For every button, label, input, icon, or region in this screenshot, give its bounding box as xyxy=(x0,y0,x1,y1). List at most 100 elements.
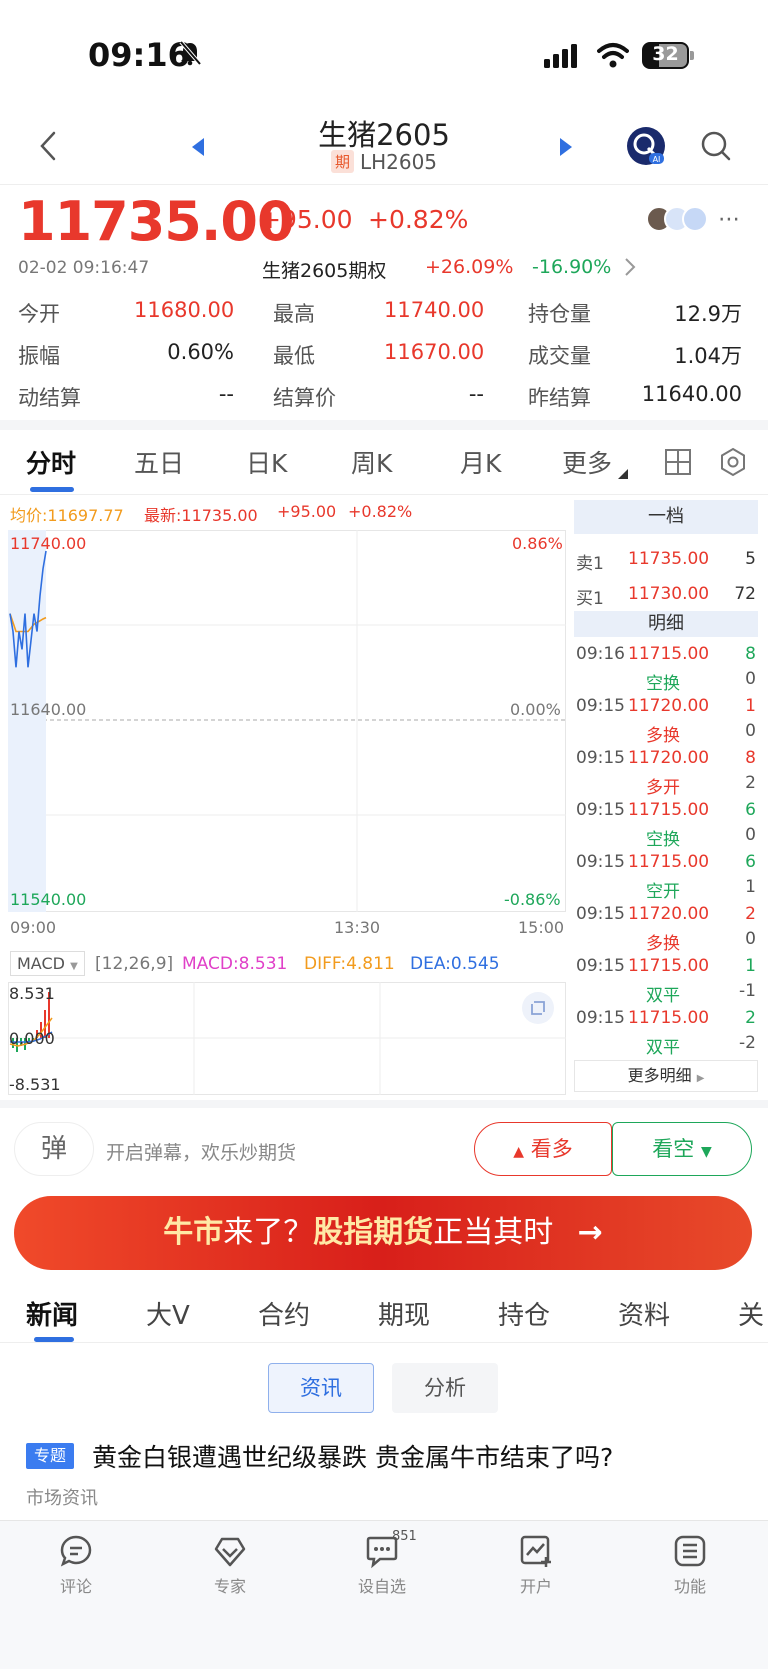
expand-icon[interactable] xyxy=(522,992,554,1024)
next-contract-icon[interactable] xyxy=(558,137,574,161)
trade-oi-change: -1 xyxy=(739,981,756,1001)
search-icon[interactable] xyxy=(700,130,732,166)
trade-type: 多换 xyxy=(646,934,680,954)
trade-time: 09:15 xyxy=(576,956,625,976)
tab-news[interactable]: 新闻 xyxy=(26,1295,78,1332)
tab-spot-futures[interactable]: 期现 xyxy=(378,1295,430,1332)
trade-volume: 1 xyxy=(745,696,756,716)
battery-icon: 32 xyxy=(642,42,694,69)
promo-banner[interactable]: 牛市来了？股指期货正当其时 → xyxy=(14,1196,752,1270)
macd-value: MACD:8.531 xyxy=(182,954,288,974)
trade-type: 空换 xyxy=(646,830,680,850)
latest-price-label: 最新:11735.00 xyxy=(144,506,258,525)
dropdown-corner-icon[interactable] xyxy=(618,464,628,483)
indicator-select[interactable]: MACD ▼ xyxy=(10,951,85,976)
ai-assistant-icon[interactable]: AI xyxy=(626,126,666,166)
option-call-change: +26.09% xyxy=(425,256,514,278)
tabbar-expert-label[interactable]: 专家 xyxy=(185,1573,275,1597)
trade-volume: 6 xyxy=(745,852,756,872)
open-account-icon[interactable] xyxy=(518,1533,554,1573)
functions-icon[interactable] xyxy=(672,1533,708,1573)
settings-icon[interactable] xyxy=(718,447,748,481)
tabbar-comment-label[interactable]: 评论 xyxy=(31,1573,121,1597)
more-details-button[interactable]: 更多明细 ▶ xyxy=(574,1060,758,1092)
comment-icon[interactable] xyxy=(58,1533,94,1573)
trade-oi-change: 0 xyxy=(745,721,756,741)
sell1-price: 11735.00 xyxy=(628,549,710,569)
trade-volume: 8 xyxy=(745,644,756,664)
grid-layout-icon[interactable] xyxy=(664,448,692,480)
tab-related[interactable]: 关 xyxy=(738,1295,764,1332)
chevron-right-icon[interactable] xyxy=(624,257,636,281)
tab-positions[interactable]: 持仓 xyxy=(498,1295,550,1332)
macd-chart[interactable] xyxy=(8,982,566,1095)
detail-title: 明细 xyxy=(574,611,758,637)
y-mid-price: 11640.00 xyxy=(10,700,87,719)
tab-contract[interactable]: 合约 xyxy=(258,1295,310,1332)
more-options-icon[interactable]: ⋯ xyxy=(718,207,740,232)
bullish-button[interactable]: ▲ 看多 xyxy=(474,1122,612,1176)
trade-price: 11715.00 xyxy=(628,852,710,872)
trade-volume: 2 xyxy=(745,1008,756,1028)
tabbar-functions-label[interactable]: 功能 xyxy=(645,1573,735,1597)
trade-volume: 6 xyxy=(745,800,756,820)
sell1-label: 卖1 xyxy=(576,554,604,574)
subtab-analysis[interactable]: 分析 xyxy=(392,1363,498,1413)
y-bottom-price: 11540.00 xyxy=(10,890,87,909)
x-start-time: 09:00 xyxy=(10,918,57,937)
subtab-info[interactable]: 资讯 xyxy=(268,1363,374,1413)
y-mid-pct: 0.00% xyxy=(510,700,561,719)
trade-price: 11720.00 xyxy=(628,904,710,924)
article-item[interactable]: 专题 黄金白银遭遇世纪级暴跌 贵金属牛市结束了吗? 市场资讯 xyxy=(26,1438,756,1509)
danmu-text[interactable]: 开启弹幕，欢乐炒期货 xyxy=(106,1138,296,1165)
user-avatars[interactable] xyxy=(646,206,710,232)
article-source: 市场资讯 xyxy=(26,1488,98,1509)
y-top-price: 11740.00 xyxy=(10,534,87,553)
intraday-chart[interactable] xyxy=(8,530,566,912)
bullish-label: 看多 xyxy=(530,1137,573,1161)
tab-intraday[interactable]: 分时 xyxy=(26,444,76,480)
tab-more[interactable]: 更多 xyxy=(562,444,612,480)
stat-label: 结算价 xyxy=(273,386,336,410)
level-title: 一档 xyxy=(574,500,758,534)
tabbar-open-account-label[interactable]: 开户 xyxy=(491,1573,581,1597)
bearish-label: 看空 xyxy=(652,1137,695,1161)
trade-price: 11720.00 xyxy=(628,696,710,716)
trade-price: 11715.00 xyxy=(628,956,710,976)
x-mid-time: 13:30 xyxy=(334,918,381,937)
contract-code-text: LH2605 xyxy=(359,150,438,174)
trade-oi-change: 1 xyxy=(745,877,756,897)
danmu-icon: 弹 xyxy=(40,1134,67,1164)
tab-monthly-k[interactable]: 月K xyxy=(460,444,501,480)
tab-weekly-k[interactable]: 周K xyxy=(351,444,392,480)
watchlist-count-badge: 851 xyxy=(392,1529,417,1544)
tab-five-day[interactable]: 五日 xyxy=(134,444,184,480)
tab-daily-k[interactable]: 日K xyxy=(246,444,287,480)
bearish-button[interactable]: 看空 ▼ xyxy=(612,1122,752,1176)
trade-oi-change: -2 xyxy=(739,1033,756,1053)
trade-oi-change: 0 xyxy=(745,929,756,949)
stat-label: 今开 xyxy=(18,302,60,326)
tabbar-watchlist-label[interactable]: 设自选 xyxy=(337,1573,427,1597)
trade-oi-change: 2 xyxy=(745,773,756,793)
chart-change: +95.00 xyxy=(277,502,337,521)
svg-text:AI: AI xyxy=(653,155,661,164)
macd-zero-value: 0.000 xyxy=(9,1029,55,1048)
trade-volume: 1 xyxy=(745,956,756,976)
stat-value: 1.04万 xyxy=(674,344,742,368)
tab-data[interactable]: 资料 xyxy=(618,1295,670,1332)
expert-icon[interactable] xyxy=(212,1533,248,1573)
arrow-down-icon: ▼ xyxy=(700,1144,712,1160)
trade-type: 多换 xyxy=(646,726,680,746)
trade-time: 09:15 xyxy=(576,1008,625,1028)
trade-volume: 8 xyxy=(745,748,756,768)
trade-time: 09:15 xyxy=(576,800,625,820)
option-link[interactable]: 生猪2605期权 xyxy=(262,256,386,283)
stat-value: 12.9万 xyxy=(674,302,742,326)
stat-value: 0.60% xyxy=(167,340,234,364)
tab-big-v[interactable]: 大V xyxy=(146,1295,190,1332)
danmu-toggle[interactable]: 弹 xyxy=(14,1122,94,1176)
order-book: 一档 卖1 11735.00 5 买1 11730.00 72 明细 09:16… xyxy=(574,500,758,1094)
sell1-volume: 5 xyxy=(745,549,756,569)
stat-label: 成交量 xyxy=(528,344,591,368)
